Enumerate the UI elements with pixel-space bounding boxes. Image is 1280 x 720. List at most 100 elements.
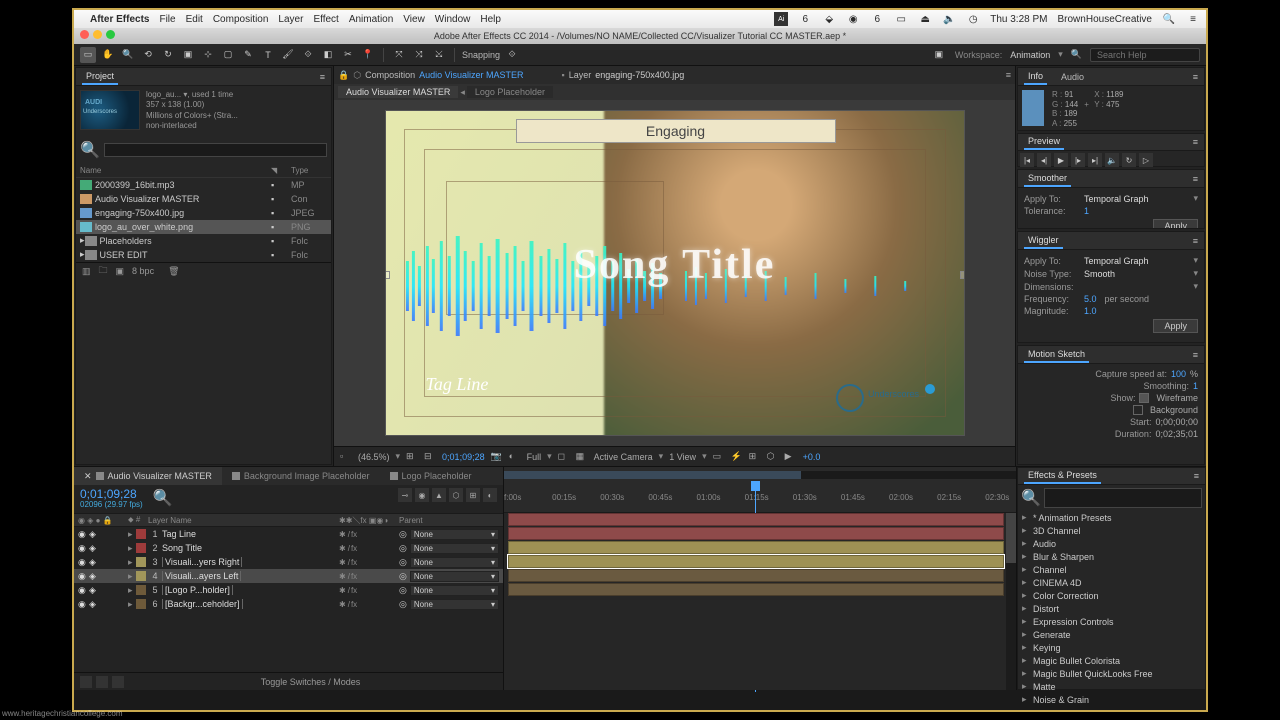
wiggler-magnitude[interactable]: 1.0 <box>1084 306 1097 316</box>
ep-search-input[interactable] <box>1044 488 1202 508</box>
effects-category[interactable]: ▸Distort <box>1022 602 1201 615</box>
loop-icon[interactable]: ↻ <box>1122 153 1136 167</box>
comp-flow-icon[interactable]: ⬡ <box>767 451 779 463</box>
tl-icon-5[interactable]: ⊞ <box>466 488 480 502</box>
transparency-icon[interactable]: ▦ <box>576 451 588 463</box>
clock-icon[interactable]: ◷ <box>966 12 980 26</box>
zoom-dropdown[interactable]: (46.5%) <box>358 452 390 462</box>
exposure-value[interactable]: +0.0 <box>803 452 821 462</box>
magnify-icon[interactable]: ▫ <box>340 451 352 463</box>
project-search-input[interactable] <box>104 143 327 157</box>
world-axis-icon[interactable]: ⤨ <box>411 47 427 63</box>
bpc-label[interactable]: 8 bpc <box>132 266 154 276</box>
hand-tool-icon[interactable]: ✋ <box>100 47 116 63</box>
preview-menu-icon[interactable]: ≡ <box>1193 137 1198 147</box>
timeline-layer-row[interactable]: ◉◈▸6[Backgr...ceholder]✱/fx◎None▾ <box>74 597 503 611</box>
info-menu-icon[interactable]: ≡ <box>1193 72 1198 82</box>
close-icon[interactable] <box>80 30 89 39</box>
flowchart-icon[interactable]: ⬡ <box>353 70 361 81</box>
tl-search-icon[interactable]: 🔍 <box>153 488 173 508</box>
layer-handle-right[interactable] <box>960 271 965 279</box>
brush-tool-icon[interactable]: 🖌 <box>280 47 296 63</box>
ep-menu-icon[interactable]: ≡ <box>1194 471 1199 481</box>
pixel-aspect-icon[interactable]: ▭ <box>713 451 725 463</box>
view-axis-icon[interactable]: ⤩ <box>431 47 447 63</box>
wiggler-dimensions[interactable]: Dimensions: <box>1024 282 1080 292</box>
views-dropdown[interactable]: 1 View <box>669 452 696 462</box>
new-comp-icon[interactable]: ▣ <box>116 266 125 277</box>
effects-category[interactable]: ▸Magic Bullet QuickLooks Free <box>1022 667 1201 680</box>
audio-tab[interactable]: Audio <box>1057 70 1088 84</box>
anchor-tool-icon[interactable]: ⊹ <box>200 47 216 63</box>
trash-icon[interactable]: 🗑 <box>168 266 179 277</box>
timeline-layer-row[interactable]: ◉◈▸2Song Title✱/fx◎None▾ <box>74 541 503 555</box>
preview-tab[interactable]: Preview <box>1024 134 1064 150</box>
last-frame-icon[interactable]: ▸| <box>1088 153 1102 167</box>
panel-menu-icon[interactable]: ≡ <box>320 72 325 82</box>
effects-category[interactable]: ▸Audio <box>1022 537 1201 550</box>
smoother-apply-button[interactable]: Apply <box>1153 219 1198 228</box>
tl-tab-master[interactable]: ✕Audio Visualizer MASTER <box>74 467 222 485</box>
menu-layer[interactable]: Layer <box>278 14 303 25</box>
volume-icon[interactable]: 🔈 <box>942 12 956 26</box>
effects-presets-tab[interactable]: Effects & Presets <box>1024 468 1101 484</box>
resolution-dropdown[interactable]: Full <box>527 452 542 462</box>
tl-icon-3[interactable]: ▲ <box>432 488 446 502</box>
wiggler-tab[interactable]: Wiggler <box>1024 233 1063 249</box>
tl-foot-icon-3[interactable] <box>112 676 124 688</box>
track-1[interactable] <box>508 513 1004 526</box>
project-item[interactable]: engaging-750x400.jpg▪JPEG <box>76 206 331 220</box>
tl-tab-logo[interactable]: Logo Placeholder <box>380 467 482 485</box>
selection-tool-icon[interactable]: ▭ <box>80 47 96 63</box>
timeline-layer-row[interactable]: ◉◈▸1Tag Line✱/fx◎None▾ <box>74 527 503 541</box>
menu-animation[interactable]: Animation <box>349 14 393 25</box>
wiggler-apply-to[interactable]: Temporal Graph <box>1084 256 1149 266</box>
eraser-tool-icon[interactable]: ◧ <box>320 47 336 63</box>
comp-subtab-logo[interactable]: Logo Placeholder <box>467 86 553 98</box>
layer-crumb[interactable]: engaging-750x400.jpg <box>595 70 684 80</box>
wiggler-menu-icon[interactable]: ≡ <box>1193 236 1198 246</box>
effects-category[interactable]: ▸Noise & Grain <box>1022 693 1201 706</box>
project-item[interactable]: logo_au_over_white.png▪PNG <box>76 220 331 234</box>
menu-edit[interactable]: Edit <box>186 14 203 25</box>
local-axis-icon[interactable]: ⤧ <box>391 47 407 63</box>
snapshot-icon[interactable]: 📷 <box>491 451 503 463</box>
clone-tool-icon[interactable]: ⟐ <box>300 47 316 63</box>
orbit-tool-icon[interactable]: ⟲ <box>140 47 156 63</box>
eject-icon[interactable]: ⏏ <box>918 12 932 26</box>
minimize-icon[interactable] <box>93 30 102 39</box>
puppet-tool-icon[interactable]: 📍 <box>360 47 376 63</box>
menu-composition[interactable]: Composition <box>213 14 269 25</box>
ms-smoothing[interactable]: 1 <box>1193 381 1198 391</box>
project-item[interactable]: Audio Visualizer MASTER▪Con <box>76 192 331 206</box>
layer-handle-left[interactable] <box>385 271 390 279</box>
effects-category[interactable]: ▸* Animation Presets <box>1022 511 1201 524</box>
tl-icon-1[interactable]: ⊸ <box>398 488 412 502</box>
dropbox-icon[interactable]: ⬙ <box>822 12 836 26</box>
project-tab[interactable]: Project <box>82 69 118 85</box>
ms-capture-speed[interactable]: 100 <box>1171 369 1186 379</box>
camera-dropdown[interactable]: Active Camera <box>594 452 653 462</box>
effects-category[interactable]: ▸Matte <box>1022 680 1201 693</box>
menu-view[interactable]: View <box>403 14 425 25</box>
first-frame-icon[interactable]: |◂ <box>1020 153 1034 167</box>
channel-icon[interactable]: ◐ <box>509 451 521 463</box>
comp-crumb[interactable]: Audio Visualizer MASTER <box>419 70 523 80</box>
effects-category[interactable]: ▸Blur & Sharpen <box>1022 550 1201 563</box>
snapping-toggle-icon[interactable]: ⟐ <box>504 47 520 63</box>
effects-category[interactable]: ▸Channel <box>1022 563 1201 576</box>
track-5[interactable] <box>508 569 1004 582</box>
track-2[interactable] <box>508 527 1004 540</box>
tl-icon-4[interactable]: ⬡ <box>449 488 463 502</box>
next-frame-icon[interactable]: |▸ <box>1071 153 1085 167</box>
smoother-tab[interactable]: Smoother <box>1024 171 1071 187</box>
prev-frame-icon[interactable]: ◂| <box>1037 153 1051 167</box>
menu-window[interactable]: Window <box>435 14 471 25</box>
composition-viewer[interactable]: Engaging <box>334 100 1015 446</box>
timeline-layer-row[interactable]: ◉◈▸3Visuali...yers Right✱/fx◎None▾ <box>74 555 503 569</box>
viewer-timecode[interactable]: 0;01;09;28 <box>442 452 485 462</box>
snapping-label[interactable]: Snapping <box>462 50 500 60</box>
timeline-tracks[interactable] <box>504 513 1016 690</box>
track-3[interactable] <box>508 541 1004 554</box>
comp-subtab-master[interactable]: Audio Visualizer MASTER <box>338 86 458 98</box>
